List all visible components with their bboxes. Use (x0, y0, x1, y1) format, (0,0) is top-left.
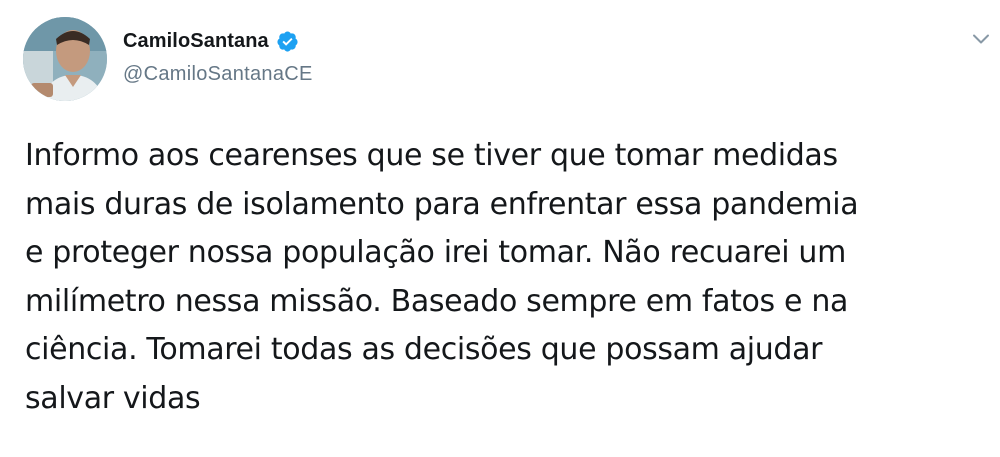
author-handle[interactable]: @CamiloSantanaCE (123, 63, 313, 86)
tweet-text-line: e proteger nossa população irei tomar. N… (25, 235, 846, 271)
verified-badge-icon (277, 31, 298, 52)
chevron-down-icon[interactable] (971, 29, 991, 49)
tweet-text-line: Informo aos cearenses que se tiver que t… (25, 138, 838, 173)
avatar[interactable] (23, 17, 107, 101)
tweet-text-line: ciência. Tomarei todas as decisões que p… (25, 332, 823, 368)
author-name-row: CamiloSantana (123, 30, 299, 53)
author-display-name[interactable]: CamiloSantana (123, 30, 269, 53)
tweet-text-line: salvar vidas (25, 380, 201, 416)
tweet-text-line: milímetro nessa missão. Baseado sempre e… (25, 283, 849, 319)
profile-photo-icon (23, 17, 107, 101)
tweet-text-line: mais duras de isolamento para enfrentar … (25, 186, 859, 222)
tweet-text: Informo aos cearenses que se tiver que t… (25, 132, 985, 424)
tweet-card: CamiloSantana @CamiloSantanaCE Informo a… (0, 0, 1000, 457)
